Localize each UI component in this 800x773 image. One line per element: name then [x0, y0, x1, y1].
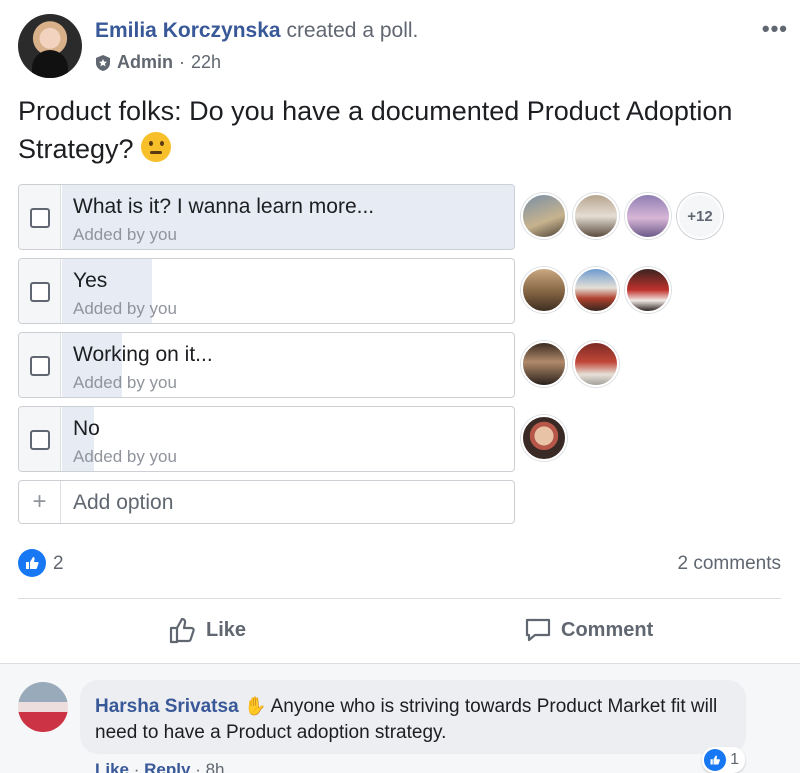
voter-avatar[interactable]	[521, 415, 567, 461]
add-option-input[interactable]: + Add option	[18, 480, 515, 524]
checkbox-cell[interactable]	[19, 407, 61, 471]
like-count[interactable]: 2	[53, 553, 64, 575]
checkbox-cell[interactable]	[19, 185, 61, 249]
comment-bubble: Harsha Srivatsa ✋ Anyone who is striving…	[80, 680, 746, 754]
comment-time[interactable]: 8h	[206, 760, 225, 773]
comment-reply-link[interactable]: Reply	[144, 760, 190, 773]
voter-avatars[interactable]	[521, 267, 671, 313]
poll-option-box[interactable]: What is it? I wanna learn more... Added …	[18, 184, 515, 250]
commenter-avatar[interactable]	[18, 682, 68, 732]
like-reaction-icon[interactable]	[18, 549, 46, 577]
poll-option-box[interactable]: Yes Added by you	[18, 258, 515, 324]
like-button[interactable]: Like	[168, 615, 246, 645]
author-name[interactable]: Emilia Korczynska	[95, 19, 281, 42]
post-stats: 2 2 comments	[18, 549, 781, 579]
poll-option[interactable]: Yes Added by you	[18, 258, 738, 324]
voter-avatars[interactable]	[521, 341, 619, 387]
more-options-icon[interactable]: •••	[762, 16, 788, 42]
poll: What is it? I wanna learn more... Added …	[18, 184, 738, 524]
checkbox[interactable]	[30, 282, 50, 302]
add-option-placeholder: Add option	[73, 491, 174, 514]
post-header: Emilia Korczynska created a poll. Admin …	[18, 14, 788, 80]
comment-bubble-icon	[525, 618, 551, 642]
poll-option-added-by: Added by you	[73, 299, 177, 318]
like-reaction-icon	[704, 749, 727, 771]
post-action-text: created a poll.	[286, 19, 419, 42]
comment-button-label: Comment	[561, 618, 654, 641]
admin-badge: Admin	[117, 52, 173, 72]
post-text: Product folks: Do you have a documented …	[18, 92, 738, 168]
comment-reaction-count: 1	[730, 751, 739, 768]
post-time[interactable]: 22h	[191, 52, 221, 73]
comments-count[interactable]: 2 comments	[678, 553, 781, 575]
post-meta: Admin · 22h	[95, 52, 221, 73]
poll-option-label: No	[73, 417, 100, 440]
waving-hand-icon: ✋	[243, 696, 267, 716]
checkbox[interactable]	[30, 356, 50, 376]
voter-avatars[interactable]	[521, 415, 567, 461]
voter-avatar[interactable]	[573, 267, 619, 313]
commenter-name[interactable]: Harsha Srivatsa	[95, 696, 239, 717]
comment-actions: Like · Reply · 8h	[95, 760, 225, 773]
link-separator: ·	[133, 760, 145, 773]
author-avatar[interactable]	[18, 14, 82, 78]
comment-button[interactable]: Comment	[523, 615, 653, 645]
meta-separator: ·	[179, 52, 185, 72]
poll-option-added-by: Added by you	[73, 373, 177, 392]
comment-text: Harsha Srivatsa ✋ Anyone who is striving…	[95, 693, 735, 746]
post-body: Product folks: Do you have a documented …	[18, 96, 733, 164]
voter-avatar[interactable]	[521, 193, 567, 239]
voter-avatar[interactable]	[625, 193, 671, 239]
poll-option[interactable]: Working on it... Added by you	[18, 332, 738, 398]
voter-avatar[interactable]	[625, 267, 671, 313]
more-voters-badge[interactable]: +12	[677, 193, 723, 239]
poll-option-box[interactable]: Working on it... Added by you	[18, 332, 515, 398]
poll-option-added-by: Added by you	[73, 225, 177, 244]
thumbs-up-icon	[169, 617, 195, 644]
poll-option-label: Working on it...	[73, 343, 213, 366]
thinking-face-icon	[141, 132, 172, 162]
comment-like-link[interactable]: Like	[95, 760, 129, 773]
checkbox[interactable]	[30, 208, 50, 228]
voter-avatar[interactable]	[573, 193, 619, 239]
checkbox[interactable]	[30, 430, 50, 450]
voter-avatar[interactable]	[521, 267, 567, 313]
poll-option-label: Yes	[73, 269, 108, 292]
like-button-label: Like	[206, 618, 247, 641]
comment-reactions[interactable]: 1	[702, 747, 745, 773]
comments-section: Harsha Srivatsa ✋ Anyone who is striving…	[0, 663, 800, 773]
voter-avatar[interactable]	[573, 341, 619, 387]
plus-icon[interactable]: +	[19, 481, 61, 523]
voter-avatar[interactable]	[521, 341, 567, 387]
checkbox-cell[interactable]	[19, 333, 61, 397]
link-separator: ·	[195, 760, 206, 773]
voter-avatars[interactable]: +12	[521, 193, 723, 239]
admin-shield-icon	[96, 54, 110, 71]
poll-option-added-by: Added by you	[73, 447, 177, 466]
checkbox-cell[interactable]	[19, 259, 61, 323]
author-line: Emilia Korczynska created a poll.	[95, 19, 418, 43]
poll-option-label: What is it? I wanna learn more...	[73, 195, 375, 218]
poll-option[interactable]: What is it? I wanna learn more... Added …	[18, 184, 738, 250]
divider	[18, 598, 781, 599]
poll-option[interactable]: No Added by you	[18, 406, 738, 472]
poll-option-box[interactable]: No Added by you	[18, 406, 515, 472]
post-actions: Like Comment	[18, 600, 781, 662]
